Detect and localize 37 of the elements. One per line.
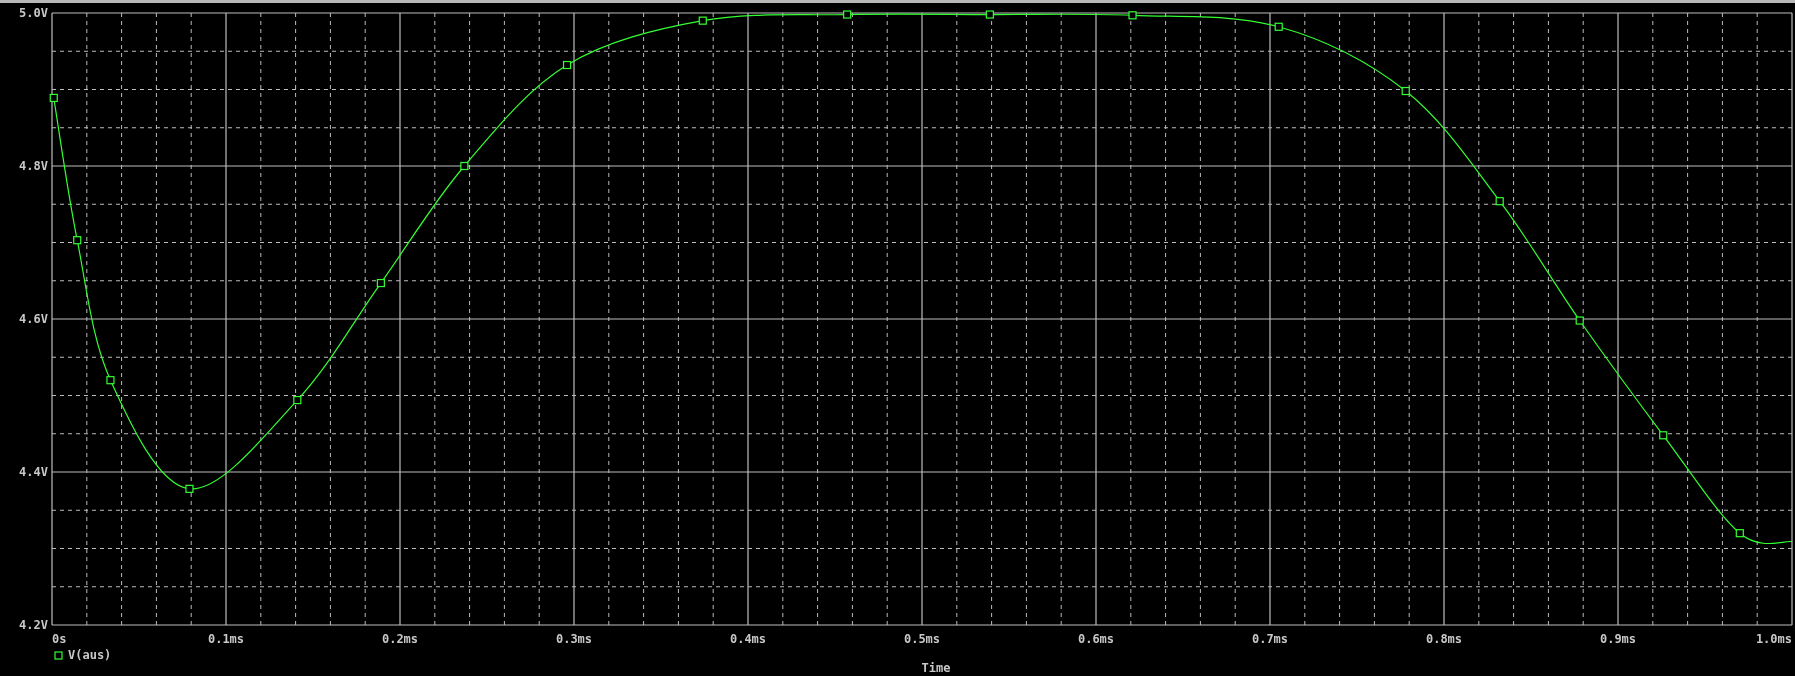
data-point-marker	[1495, 197, 1504, 206]
data-point-marker	[562, 60, 572, 70]
x-axis-tick-label: 0.4ms	[729, 632, 767, 646]
x-axis-tick-label: 0.7ms	[1251, 632, 1289, 646]
data-point-marker	[1401, 86, 1410, 96]
x-axis-tick-label: 0.1ms	[207, 632, 245, 646]
data-point-marker	[843, 10, 852, 19]
data-point-marker	[293, 396, 302, 405]
y-axis-tick-label: 5.0V	[19, 6, 48, 20]
x-axis-tick-label: 0.6ms	[1077, 632, 1115, 646]
y-axis-tick-label: 4.4V	[19, 465, 48, 479]
data-point-marker	[106, 376, 115, 385]
data-point-marker	[185, 484, 194, 493]
data-point-marker	[698, 16, 707, 25]
x-axis-tick-label: 1.0ms	[1755, 632, 1792, 646]
y-axis-tick-label: 4.6V	[19, 312, 48, 326]
y-axis-tick-label: 4.8V	[19, 159, 48, 173]
legend-label: V(aus)	[68, 648, 112, 662]
data-point-marker	[376, 278, 385, 288]
y-axis-tick-label: 4.2V	[19, 618, 48, 632]
data-point-marker	[1128, 11, 1137, 20]
legend-marker-icon	[54, 651, 63, 660]
x-axis-tick-label: 0.3ms	[555, 632, 593, 646]
data-point-marker	[73, 236, 82, 245]
data-point-marker	[985, 10, 994, 19]
data-point-marker	[49, 93, 58, 102]
x-axis-title: Time	[921, 661, 951, 675]
data-point-marker	[1659, 431, 1668, 440]
data-point-marker	[460, 161, 469, 171]
x-axis-tick-label: 0.5ms	[903, 632, 941, 646]
data-point-marker	[1575, 316, 1584, 325]
x-axis-tick-label: 0.8ms	[1425, 632, 1463, 646]
x-axis-tick-label: 0.2ms	[381, 632, 419, 646]
x-axis-tick-label: 0.9ms	[1599, 632, 1637, 646]
data-point-marker	[1274, 22, 1283, 31]
x-axis-tick-label: 0s	[52, 632, 67, 646]
data-point-marker	[1735, 529, 1744, 538]
